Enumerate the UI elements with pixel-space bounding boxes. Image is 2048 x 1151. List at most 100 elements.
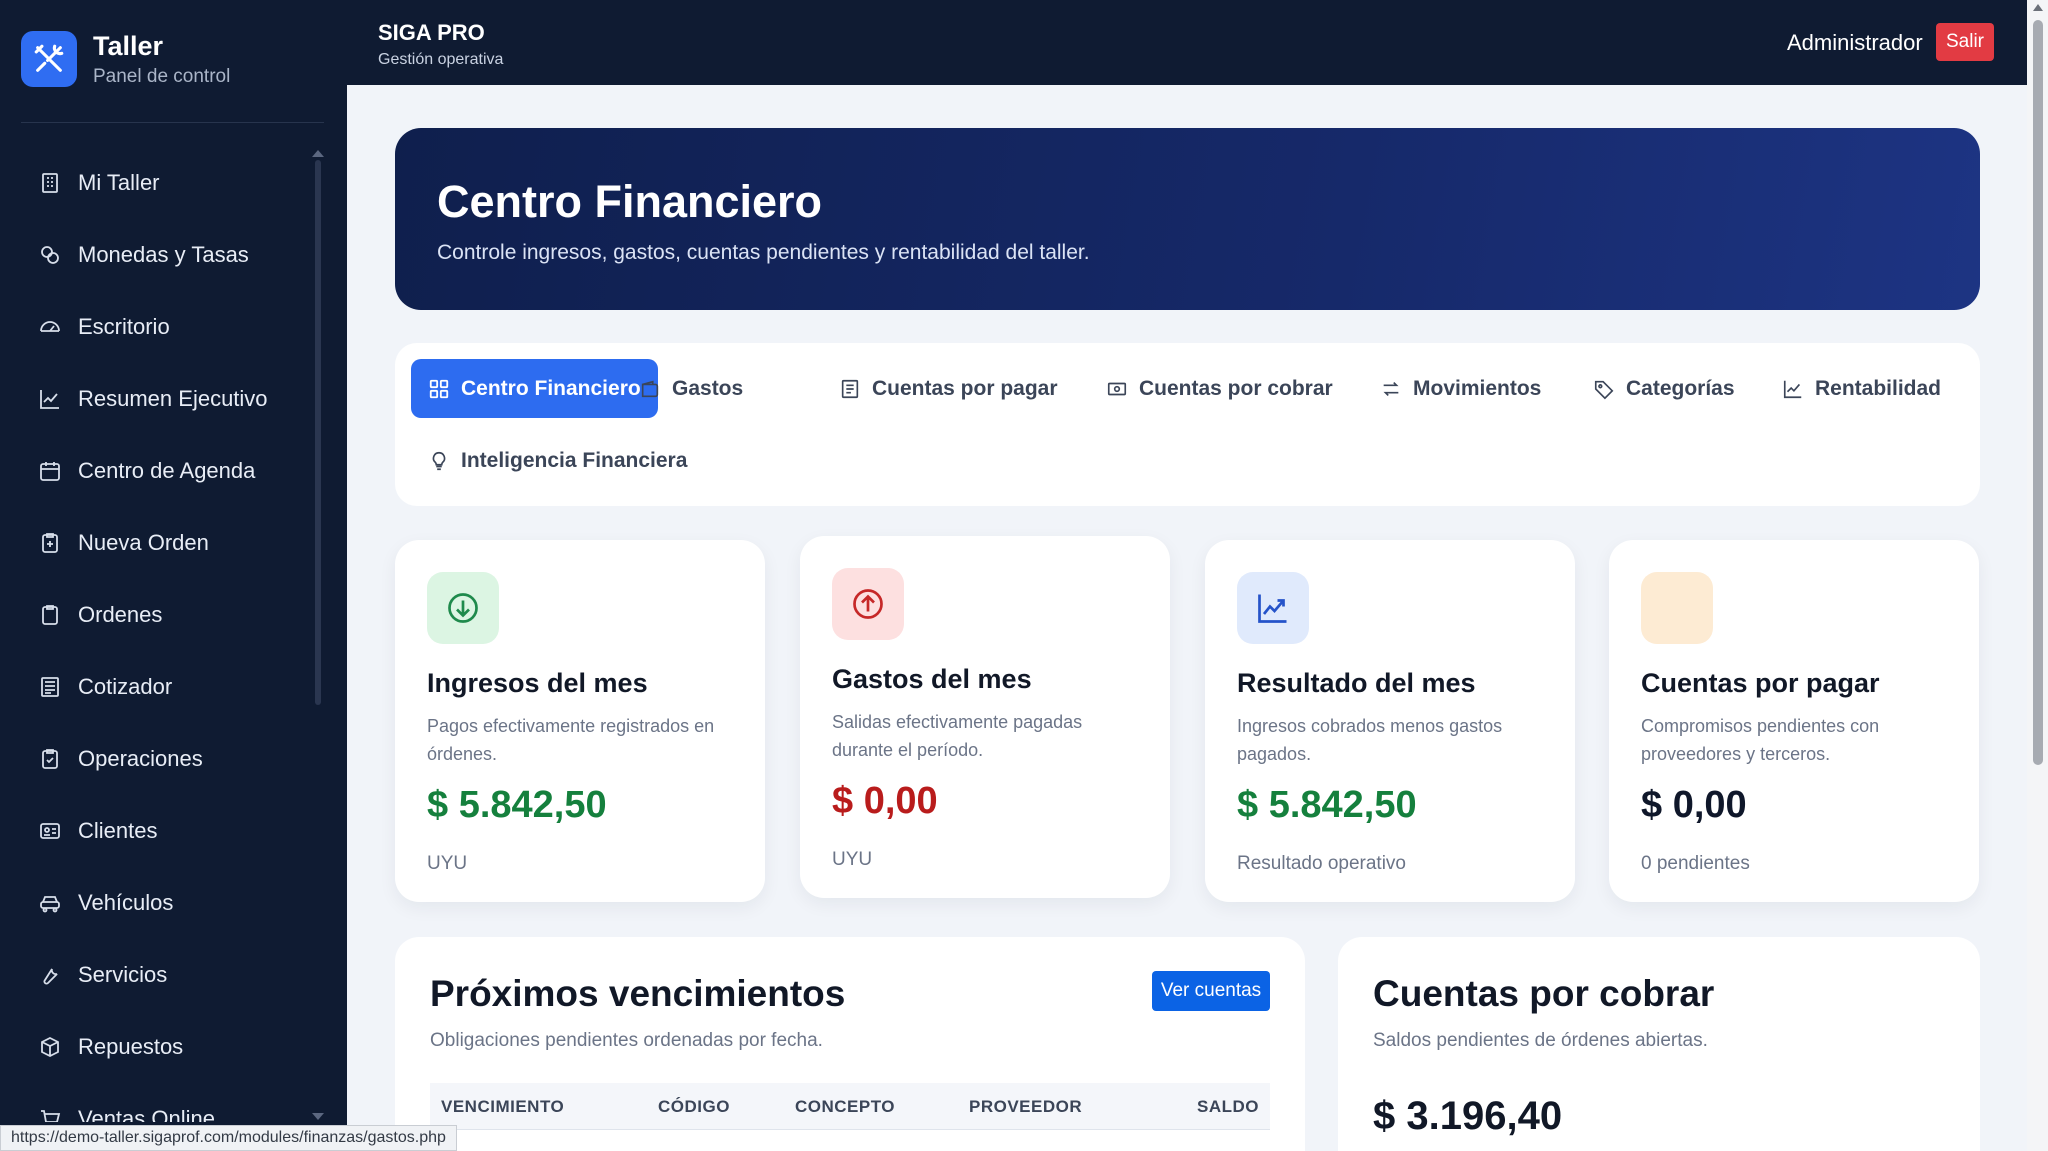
hero-banner: Centro Financiero Controle ingresos, gas… [395,128,1980,310]
sidebar-item-label: Clientes [78,818,158,843]
sidebar-item-label: Cotizador [78,674,173,699]
sidebar-item-operaciones[interactable]: Operaciones [0,723,347,795]
sidebar-item-ordenes[interactable]: Ordenes [0,579,347,651]
column-header-saldo[interactable]: SALDO [1197,1097,1259,1117]
arrow-up-circle-icon [853,589,883,619]
sidebar-scroll-up-arrow[interactable] [312,150,324,157]
arrow-down-circle-icon [448,593,478,623]
receivables-amount: $ 3.196,40 [1373,1094,1563,1138]
kpi-value: $ 5.842,50 [427,784,607,826]
sidebar-item-label: Centro de Agenda [78,458,256,483]
kpi-footer: UYU [832,849,873,870]
kpi-description: Ingresos cobrados menos gastos pagados. [1237,716,1503,764]
page-subtitle: Controle ingresos, gastos, cuentas pendi… [437,241,1090,264]
receipt-icon [841,379,859,398]
tab-cuentas-por-cobrar[interactable]: Cuentas por cobrar [1089,359,1350,418]
tab-label: Rentabilidad [1815,376,1942,400]
user-name: Administrador [1787,30,1923,55]
panel-subtitle: Obligaciones pendientes ordenadas por fe… [430,1030,823,1051]
kpi-card-gastos: Gastos del mes Salidas efectivamente pag… [800,536,1170,898]
tab-categorias[interactable]: Categorías [1576,359,1752,418]
brand[interactable]: Taller Panel de control [21,30,230,88]
sidebar-scroll-down-arrow[interactable] [312,1113,324,1120]
panel-title: Próximos vencimientos [430,973,846,1014]
tab-movimientos[interactable]: Movimientos [1363,359,1558,418]
sidebar-item-vehiculos[interactable]: Vehículos [0,867,347,939]
kpi-icon-wrap [427,572,499,644]
kpi-icon-wrap [832,568,904,640]
car-icon [40,896,60,913]
clipboard-check-icon [42,749,58,769]
kpi-title: Resultado del mes [1237,668,1476,698]
kpi-value: $ 5.842,50 [1237,784,1417,826]
sidebar-item-escritorio[interactable]: Escritorio [0,291,347,363]
clipboard-plus-icon [42,533,58,553]
sidebar-item-mi-taller[interactable]: Mi Taller [0,147,347,219]
sidebar-item-label: Ordenes [78,602,163,627]
view-accounts-button[interactable]: Ver cuentas [1152,971,1270,1011]
sidebar-nav: Mi Taller Monedas y Tasas Escritorio Res… [0,147,347,1122]
calendar-icon [40,462,60,481]
column-header-concepto[interactable]: CONCEPTO [795,1097,895,1117]
topbar: SIGA PRO Gestión operativa Administrador… [347,0,2027,85]
page-title: Centro Financiero [437,176,823,227]
kpi-title: Cuentas por pagar [1641,668,1880,698]
sidebar-item-resumen-ejecutivo[interactable]: Resumen Ejecutivo [0,363,347,435]
sidebar-item-nueva-orden[interactable]: Nueva Orden [0,507,347,579]
panel-title: Cuentas por cobrar [1373,973,1715,1014]
trend-up-icon [1258,594,1287,623]
app-title: SIGA PRO [378,20,485,45]
upcoming-due-panel: Próximos vencimientos Obligaciones pendi… [395,937,1305,1151]
sidebar-item-monedas-y-tasas[interactable]: Monedas y Tasas [0,219,347,291]
sidebar: Taller Panel de control Mi Taller Moneda… [0,0,347,1151]
tag-icon [1594,380,1614,399]
grid-icon [429,379,449,398]
sidebar-item-label: Operaciones [78,746,203,771]
tab-centro-financiero[interactable]: Centro Financiero [411,359,658,418]
scroll-up-arrow[interactable] [2033,4,2043,11]
logout-button[interactable]: Salir [1936,23,1994,61]
sidebar-item-label: Mi Taller [78,170,160,195]
tab-rentabilidad[interactable]: Rentabilidad [1765,359,1958,418]
brand-title: Taller [93,31,164,61]
kpi-title: Gastos del mes [832,664,1032,694]
table-header: VENCIMIENTO CÓDIGO CONCEPTO PROVEEDOR SA… [430,1083,1270,1130]
wallet-icon [641,380,659,397]
tab-inteligencia-financiera[interactable]: Inteligencia Financiera [411,431,704,490]
brand-subtitle: Panel de control [93,66,231,87]
panel-subtitle: Saldos pendientes de órdenes abiertas. [1373,1030,1708,1051]
sidebar-divider [21,122,324,123]
sidebar-item-label: Vehículos [78,890,174,915]
kpi-card-ingresos: Ingresos del mes Pagos efectivamente reg… [395,540,765,902]
tab-gastos[interactable]: Gastos [622,359,760,418]
sidebar-scrollbar[interactable] [315,160,321,705]
page-scrollbar[interactable] [2027,0,2048,1151]
kpi-icon-wrap [1641,572,1713,644]
column-header-proveedor[interactable]: PROVEEDOR [969,1097,1082,1117]
kpi-title: Ingresos del mes [427,668,648,698]
line-chart-icon [40,390,59,409]
lightbulb-icon [432,451,446,470]
column-header-codigo[interactable]: CÓDIGO [658,1097,730,1117]
line-chart-icon [1783,380,1802,398]
sidebar-item-cotizador[interactable]: Cotizador [0,651,347,723]
kpi-footer: 0 pendientes [1641,853,1750,874]
link-status-bar: https://demo-taller.sigaprof.com/modules… [0,1125,457,1151]
tab-label: Cuentas por pagar [872,376,1058,400]
sidebar-item-label: Resumen Ejecutivo [78,386,268,411]
kpi-card-resultado: Resultado del mes Ingresos cobrados meno… [1205,540,1575,902]
tab-cuentas-por-pagar[interactable]: Cuentas por pagar [822,359,1075,418]
sidebar-item-clientes[interactable]: Clientes [0,795,347,867]
kpi-description: Pagos efectivamente registrados en órden… [427,716,715,764]
column-header-vencimiento[interactable]: VENCIMIENTO [441,1097,564,1117]
coins-icon [41,246,59,264]
sidebar-item-servicios[interactable]: Servicios [0,939,347,1011]
sidebar-item-ventas-online[interactable]: Ventas Online [0,1083,347,1122]
sidebar-item-centro-de-agenda[interactable]: Centro de Agenda [0,435,347,507]
app-subtitle: Gestión operativa [378,51,504,68]
sidebar-item-repuestos[interactable]: Repuestos [0,1011,347,1083]
scrollbar-thumb[interactable] [2033,20,2043,765]
building-icon [42,173,58,193]
kpi-footer: UYU [427,853,468,874]
tab-label: Movimientos [1413,376,1542,400]
